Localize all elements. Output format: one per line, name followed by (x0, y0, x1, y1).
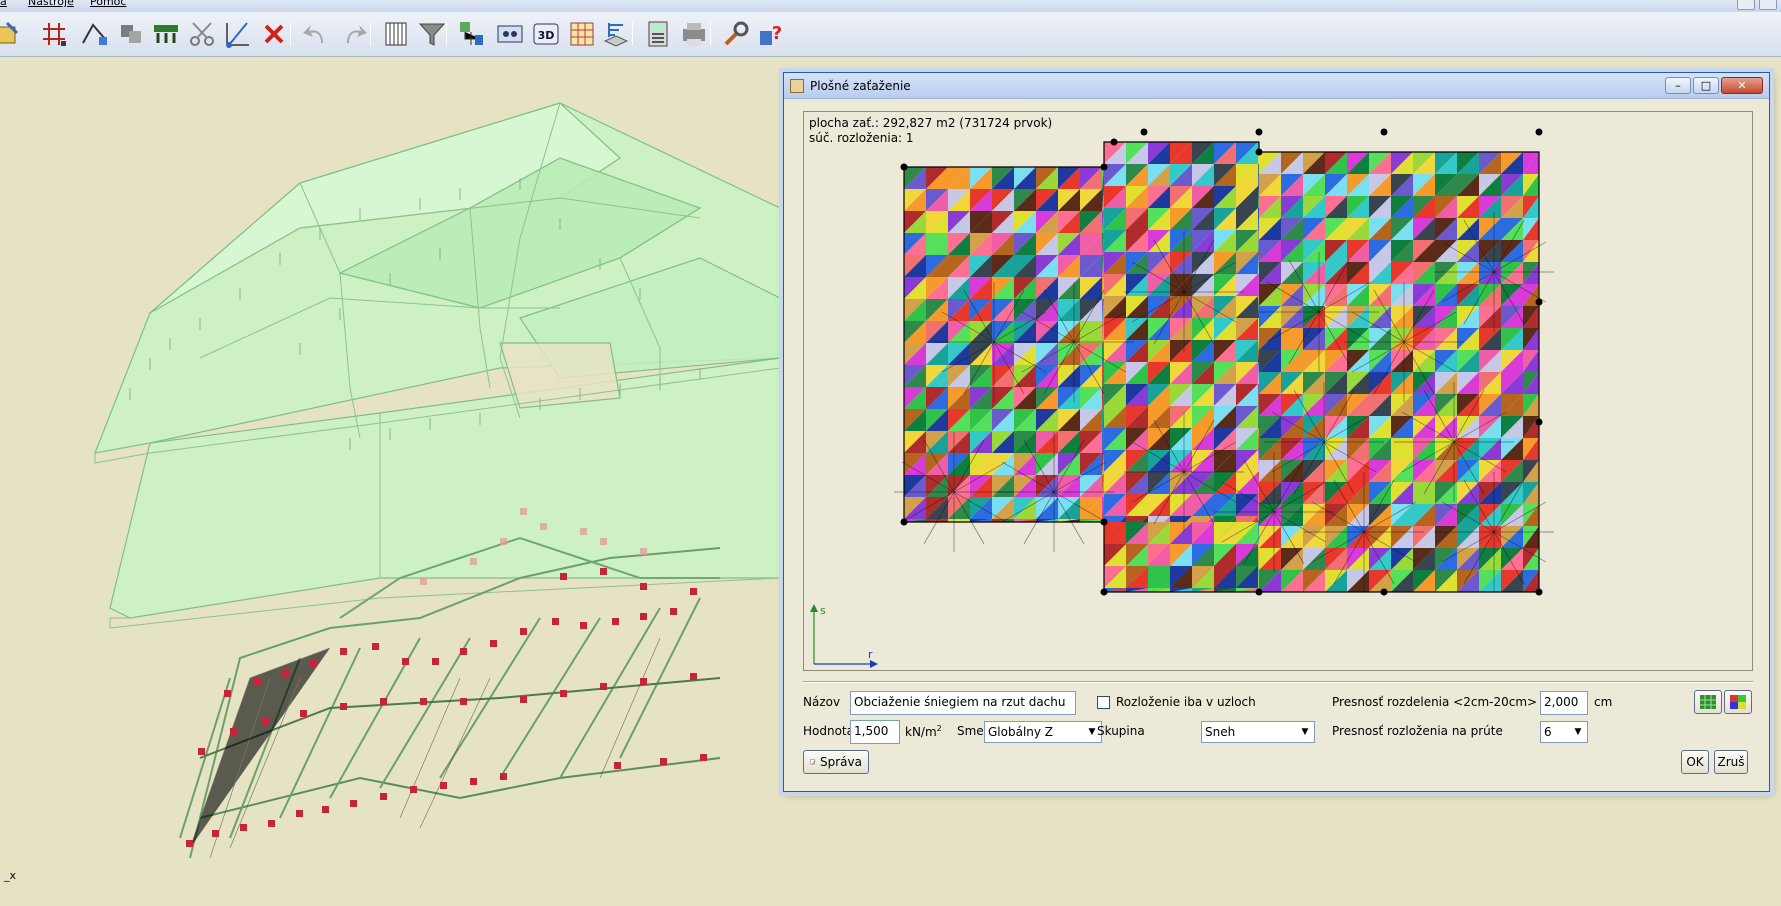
scissors-icon[interactable] (186, 18, 218, 50)
menu-item-tools[interactable]: Nástroje (28, 0, 74, 8)
green-grid-icon (1700, 695, 1716, 709)
only-nodes-label: Rozloženie iba v uzloch (1116, 695, 1256, 709)
support-node (1535, 128, 1543, 136)
info-panel: plocha zať.: 292,827 m2 (731724 prvok) s… (809, 116, 1052, 146)
menu-item-file[interactable]: a (0, 0, 7, 8)
dialog-title: Plošné zaťaženie (810, 78, 911, 93)
distribution-coefficient: súč. rozloženia: 1 (809, 131, 914, 145)
loads-icon[interactable] (150, 18, 182, 50)
svg-text:?: ? (772, 23, 782, 44)
print-icon[interactable] (678, 18, 710, 50)
main-maximize-button[interactable] (1759, 0, 1777, 10)
value-input[interactable]: 1,500 (850, 720, 900, 744)
manage-button-label: Správa (820, 755, 862, 769)
main-window-controls (1737, 0, 1777, 10)
load-distribution-canvas[interactable]: plocha zať.: 292,827 m2 (731724 prvok) s… (803, 111, 1753, 671)
only-nodes-checkbox[interactable] (1097, 696, 1110, 709)
menu-bar: a Nástroje Pomoc (0, 0, 1781, 12)
group-value: Sneh (1205, 725, 1236, 739)
delete-icon[interactable] (258, 18, 290, 50)
precision-label: Presnosť rozdelenia <2cm-20cm> (1332, 695, 1538, 709)
import-icon[interactable] (0, 18, 26, 50)
ok-button[interactable]: OK (1681, 750, 1709, 774)
value-label: Hodnota (803, 724, 854, 738)
view-icon[interactable] (494, 18, 526, 50)
colored-mesh-icon (1730, 695, 1746, 709)
unit-text: kN/m (905, 725, 937, 739)
load-distribution-mesh (894, 128, 1554, 596)
svg-text:3D: 3D (538, 29, 555, 42)
support-node (1255, 588, 1263, 596)
support-node (1110, 138, 1118, 146)
color-view-button[interactable] (1724, 690, 1752, 714)
tools-icon[interactable] (720, 18, 752, 50)
close-button[interactable]: ✕ (1721, 77, 1763, 94)
chevron-down-icon: ▼ (1574, 727, 1582, 737)
bar-precision-select[interactable]: 6 ▼ (1540, 721, 1588, 743)
dialog-titlebar[interactable]: Plošné zaťaženie – □ ✕ (784, 73, 1769, 99)
toolbar: 3D ? (0, 12, 1781, 57)
mesh-view-button[interactable] (1694, 690, 1722, 714)
precision-unit: cm (1594, 695, 1613, 709)
calculator-icon[interactable] (642, 18, 674, 50)
support-node (1380, 128, 1388, 136)
name-input[interactable]: Obciaženie śniegiem na rzut dachu (850, 691, 1076, 715)
support-node (1535, 298, 1543, 306)
table-icon[interactable] (566, 18, 598, 50)
node-add-icon[interactable] (78, 18, 110, 50)
maximize-button[interactable]: □ (1693, 77, 1719, 94)
direction-select[interactable]: Globálny Z ▼ (984, 721, 1102, 743)
cancel-button[interactable]: Zruš (1714, 750, 1748, 774)
direction-value: Globálny Z (988, 725, 1054, 739)
support-node (1140, 128, 1148, 136)
network-icon[interactable] (456, 18, 488, 50)
axis-label: _x (4, 869, 17, 882)
name-label: Názov (803, 695, 841, 709)
copy-elements-icon[interactable] (116, 18, 148, 50)
manage-icon (810, 759, 816, 765)
unit-exponent: 2 (936, 724, 942, 733)
app-icon (790, 78, 804, 93)
roof-model-drawing (94, 102, 781, 859)
minimize-button[interactable]: – (1665, 77, 1691, 94)
support-node (1100, 518, 1108, 526)
undo-icon[interactable] (300, 18, 332, 50)
support-node (1535, 418, 1543, 426)
group-select[interactable]: Sneh ▼ (1201, 721, 1315, 743)
help-icon[interactable]: ? (756, 18, 788, 50)
support-node (1255, 128, 1263, 136)
support-node (1255, 148, 1263, 156)
precision-input[interactable]: 2,000 (1540, 691, 1588, 715)
form-separator (803, 681, 1753, 683)
value-unit: kN/m2 (905, 724, 942, 739)
frame-icon[interactable] (38, 18, 70, 50)
redo-icon[interactable] (338, 18, 370, 50)
3d-icon[interactable]: 3D (530, 18, 562, 50)
support-node (1100, 588, 1108, 596)
support-node (900, 163, 908, 171)
chevron-down-icon: ▼ (1301, 727, 1309, 737)
support-node (900, 518, 908, 526)
bar-precision-value: 6 (1544, 725, 1552, 739)
filter-icon[interactable] (416, 18, 448, 50)
area-info: plocha zať.: 292,827 m2 (731724 prvok) (809, 116, 1053, 130)
grid-icon[interactable] (380, 18, 412, 50)
group-label: Skupina (1097, 724, 1145, 738)
layers-icon[interactable] (600, 18, 632, 50)
support-node (1100, 163, 1108, 171)
bar-precision-label: Presnosť rozloženia na prúte (1332, 724, 1503, 738)
area-load-dialog: Plošné zaťaženie – □ ✕ plocha zať.: 292,… (783, 72, 1770, 792)
support-node (1535, 588, 1543, 596)
manage-button[interactable]: Správa (803, 750, 869, 774)
main-minimize-button[interactable] (1737, 0, 1755, 10)
dimension-icon[interactable] (222, 18, 254, 50)
support-node (1380, 588, 1388, 596)
menu-item-help[interactable]: Pomoc (90, 0, 126, 8)
